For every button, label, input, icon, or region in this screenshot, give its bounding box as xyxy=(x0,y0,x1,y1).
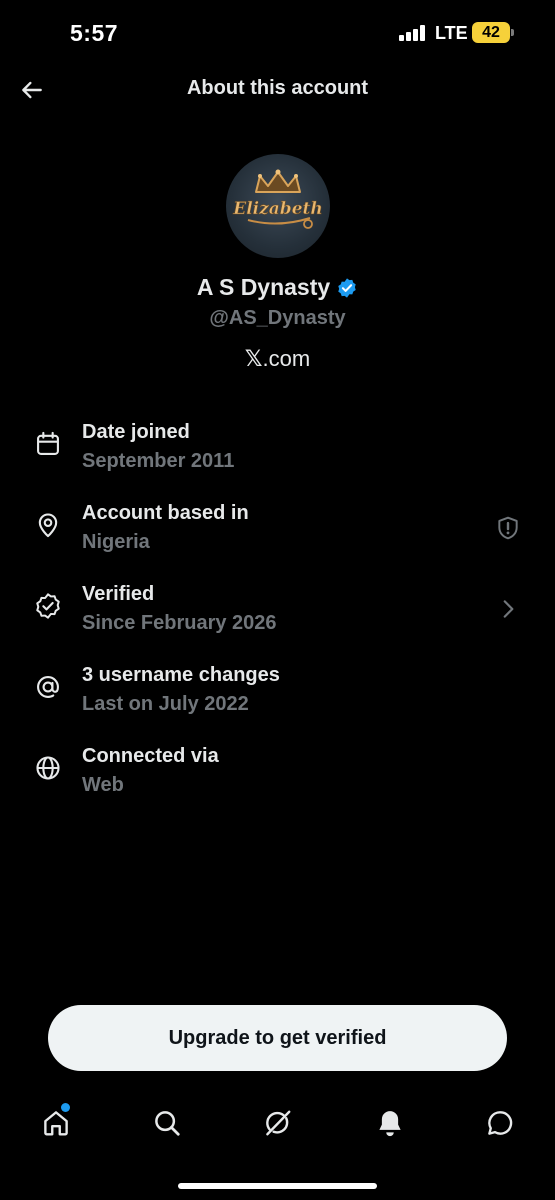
verified-badge-icon xyxy=(338,277,356,298)
shield-alert-icon[interactable] xyxy=(495,515,521,541)
display-name-row: A S Dynasty xyxy=(0,274,555,301)
verified-value: Since February 2026 xyxy=(82,612,277,634)
at-sign-icon xyxy=(37,676,59,698)
grok-icon xyxy=(266,1110,291,1136)
home-icon xyxy=(44,1111,68,1136)
username-changes-row: 3 username changes Last on July 2022 xyxy=(0,663,555,733)
calendar-icon xyxy=(37,431,59,455)
location-pin-icon xyxy=(38,513,58,538)
account-based-in-label: Account based in xyxy=(82,502,249,524)
username-changes-value: Last on July 2022 xyxy=(82,693,249,715)
verified-row[interactable]: Verified Since February 2026 xyxy=(0,582,555,652)
username-changes-label: 3 username changes xyxy=(82,664,280,686)
account-based-in-value: Nigeria xyxy=(82,531,150,553)
nav-grok[interactable] xyxy=(260,1105,296,1141)
avatar-crown-logo: Elizabeth xyxy=(232,169,323,229)
account-based-in-row: Account based in Nigeria xyxy=(0,501,555,571)
notifications-bell-icon xyxy=(379,1111,401,1137)
signal-strength-icon xyxy=(399,25,427,41)
messages-icon xyxy=(488,1111,513,1135)
x-logo-icon: 𝕏 xyxy=(244,347,263,372)
avatar-text: Elizabeth xyxy=(232,199,322,219)
search-icon xyxy=(155,1111,180,1136)
bottom-nav xyxy=(0,1095,555,1155)
globe-icon xyxy=(36,756,60,780)
status-time: 5:57 xyxy=(70,20,119,46)
connected-via-label: Connected via xyxy=(82,745,219,767)
nav-notifications[interactable] xyxy=(372,1105,408,1141)
handle: @AS_Dynasty xyxy=(209,307,346,329)
page-title: About this account xyxy=(186,77,369,99)
battery-tip xyxy=(511,29,514,36)
status-bar: 5:57 LTE 42 xyxy=(0,0,555,66)
connected-via-value: Web xyxy=(82,774,124,796)
connected-via-row: Connected via Web xyxy=(0,744,555,814)
domain-suffix: .com xyxy=(262,346,311,371)
date-joined-label: Date joined xyxy=(82,421,190,443)
battery-level: 42 xyxy=(482,24,500,41)
nav-messages[interactable] xyxy=(482,1105,518,1141)
chevron-right-icon xyxy=(503,600,514,618)
domain-link[interactable]: 𝕏.com xyxy=(0,346,555,372)
verified-outline-icon xyxy=(36,593,60,619)
display-name: A S Dynasty xyxy=(196,274,331,300)
avatar[interactable]: Elizabeth xyxy=(226,154,330,258)
date-joined-value: September 2011 xyxy=(82,450,235,472)
home-indicator[interactable] xyxy=(178,1183,377,1189)
verified-label: Verified xyxy=(82,583,155,605)
upgrade-to-verified-button[interactable]: Upgrade to get verified xyxy=(48,1005,507,1071)
notification-dot xyxy=(61,1103,70,1112)
nav-search[interactable] xyxy=(149,1105,185,1141)
date-joined-row: Date joined September 2011 xyxy=(0,420,555,490)
network-type: LTE xyxy=(435,23,468,43)
